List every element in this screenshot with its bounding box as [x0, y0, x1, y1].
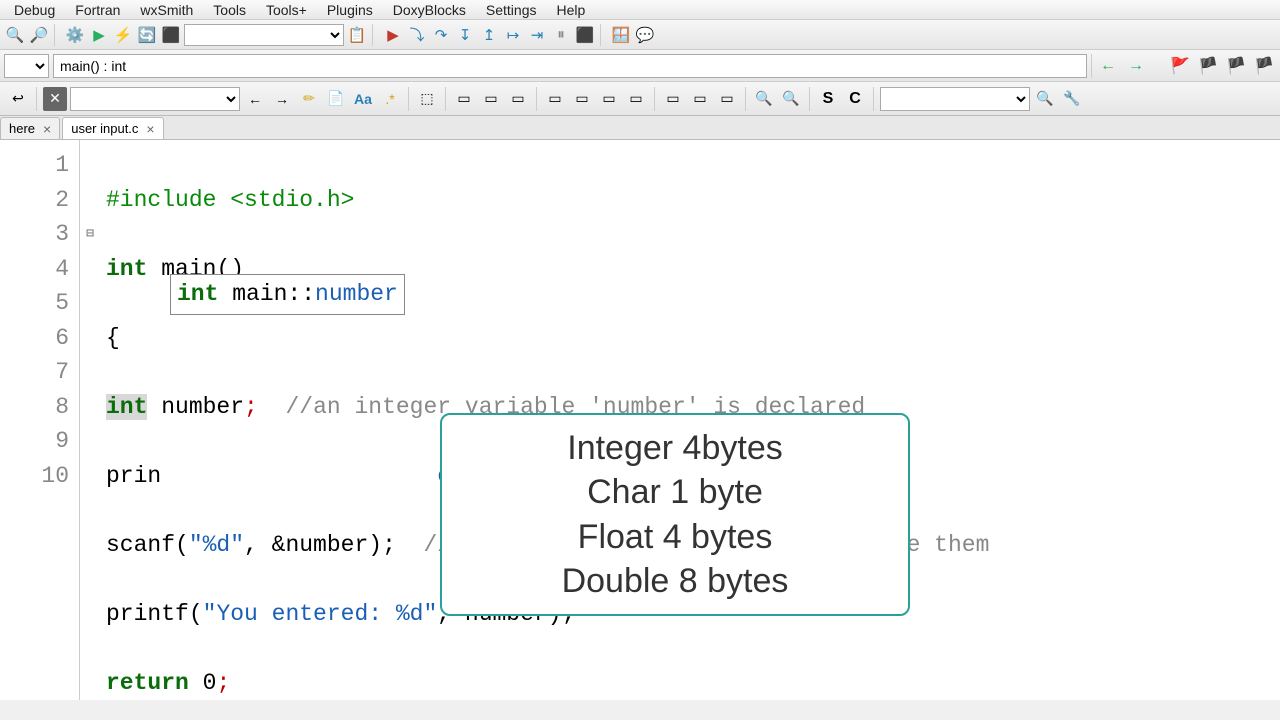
close-icon[interactable]: ×	[146, 121, 154, 137]
match-case-icon[interactable]: 📄	[324, 87, 348, 111]
jump-back-icon[interactable]: ↩	[6, 87, 30, 111]
block3-icon[interactable]: ▭	[506, 87, 530, 111]
search-icon[interactable]: 🔍	[1033, 87, 1057, 111]
block5-icon[interactable]: ▭	[570, 87, 594, 111]
menubar: Debug Fortran wxSmith Tools Tools+ Plugi…	[0, 0, 1280, 20]
menu-debug[interactable]: Debug	[4, 0, 65, 20]
nav-bar: main() : int ← → 🚩 🏴 🏴 🏴	[0, 50, 1280, 82]
menu-settings[interactable]: Settings	[476, 0, 547, 20]
c-icon[interactable]: C	[843, 87, 867, 111]
replace-combo[interactable]	[880, 87, 1030, 111]
block6-icon[interactable]: ▭	[597, 87, 621, 111]
block8-icon[interactable]: ▭	[661, 87, 685, 111]
zoom-fit-icon[interactable]: 🔎	[28, 24, 50, 46]
highlight-icon[interactable]: ✏	[297, 87, 321, 111]
zoom-icon[interactable]: 🔍	[4, 24, 26, 46]
info-line-2: Char 1 byte	[587, 470, 763, 514]
clear-icon[interactable]: ✕	[43, 87, 67, 111]
zoom-out-icon[interactable]: 🔍	[779, 87, 803, 111]
target-options-icon[interactable]: 📋	[346, 24, 368, 46]
tab-label: here	[9, 121, 35, 136]
step-out-icon[interactable]: ↥	[478, 24, 500, 46]
find-prev-icon[interactable]: ←	[243, 87, 267, 111]
tab-here[interactable]: here ×	[0, 117, 60, 139]
settings-gear-icon[interactable]: 🔧	[1060, 87, 1084, 111]
main-toolbar: 🔍 🔎 ⚙️ ▶ ⚡ 🔄 ⬛ 📋 ▶ ⤵ ↷ ↧ ↥ ↦ ⇥ ⏸ ⬛ 🪟 💬	[0, 20, 1280, 50]
menu-help[interactable]: Help	[547, 0, 596, 20]
block9-icon[interactable]: ▭	[688, 87, 712, 111]
tab-bar: here × user input.c ×	[0, 116, 1280, 140]
bookmark-next-icon[interactable]: 🏴	[1224, 54, 1248, 78]
run-icon[interactable]: ▶	[88, 24, 110, 46]
bookmark-prev-icon[interactable]: 🏴	[1196, 54, 1220, 78]
symbol-combo[interactable]: main() : int	[53, 54, 1087, 78]
step-instr-icon[interactable]: ⇥	[526, 24, 548, 46]
scope-dropdown[interactable]	[4, 54, 49, 78]
debug-run-icon[interactable]: ▶	[382, 24, 404, 46]
build-run-icon[interactable]: ⚡	[112, 24, 134, 46]
find-combo[interactable]	[70, 87, 240, 111]
build-icon[interactable]: ⚙️	[64, 24, 86, 46]
info-overlay: Integer 4bytes Char 1 byte Float 4 bytes…	[440, 413, 910, 616]
code-tooltip: int main::number	[170, 274, 405, 315]
block1-icon[interactable]: ▭	[452, 87, 476, 111]
regex-icon[interactable]: .*	[378, 87, 402, 111]
zoom-in-icon[interactable]: 🔍	[752, 87, 776, 111]
info-line-4: Double 8 bytes	[562, 559, 789, 603]
rebuild-icon[interactable]: 🔄	[136, 24, 158, 46]
tab-user-input[interactable]: user input.c ×	[62, 117, 163, 139]
bookmark-clear-icon[interactable]: 🏴	[1252, 54, 1276, 78]
search-toolbar: ↩ ✕ ← → ✏ 📄 Aa .* ⬚ ▭ ▭ ▭ ▭ ▭ ▭ ▭ ▭ ▭ ▭ …	[0, 82, 1280, 116]
menu-wxsmith[interactable]: wxSmith	[130, 0, 203, 20]
info-icon[interactable]: 💬	[634, 24, 656, 46]
run-to-cursor-icon[interactable]: ⤵	[406, 24, 428, 46]
bookmark-toggle-icon[interactable]: 🚩	[1168, 54, 1192, 78]
step-into-icon[interactable]: ↧	[454, 24, 476, 46]
menu-fortran[interactable]: Fortran	[65, 0, 130, 20]
info-line-1: Integer 4bytes	[567, 426, 782, 470]
find-next-icon[interactable]: →	[270, 87, 294, 111]
menu-toolsplus[interactable]: Tools+	[256, 0, 317, 20]
build-target-combo[interactable]	[184, 24, 344, 46]
break-icon[interactable]: ⏸	[550, 24, 572, 46]
menu-tools[interactable]: Tools	[203, 0, 256, 20]
next-instr-icon[interactable]: ↦	[502, 24, 524, 46]
nav-forward-icon[interactable]: →	[1124, 54, 1148, 78]
stop-debug-icon[interactable]: ⬛	[574, 24, 596, 46]
next-line-icon[interactable]: ↷	[430, 24, 452, 46]
info-line-3: Float 4 bytes	[578, 515, 773, 559]
abort-icon[interactable]: ⬛	[160, 24, 182, 46]
fold-column[interactable]: ⊟	[80, 140, 100, 700]
s-icon[interactable]: S	[816, 87, 840, 111]
close-icon[interactable]: ×	[43, 121, 51, 137]
nav-back-icon[interactable]: ←	[1096, 54, 1120, 78]
select-icon[interactable]: ⬚	[415, 87, 439, 111]
block2-icon[interactable]: ▭	[479, 87, 503, 111]
whole-word-icon[interactable]: Aa	[351, 87, 375, 111]
debug-windows-icon[interactable]: 🪟	[610, 24, 632, 46]
menu-doxyblocks[interactable]: DoxyBlocks	[383, 0, 476, 20]
line-gutter: 1 2 3 4 5 6 7 8 9 10	[0, 140, 80, 700]
block10-icon[interactable]: ▭	[715, 87, 739, 111]
menu-plugins[interactable]: Plugins	[317, 0, 383, 20]
tab-label: user input.c	[71, 121, 138, 136]
block4-icon[interactable]: ▭	[543, 87, 567, 111]
block7-icon[interactable]: ▭	[624, 87, 648, 111]
